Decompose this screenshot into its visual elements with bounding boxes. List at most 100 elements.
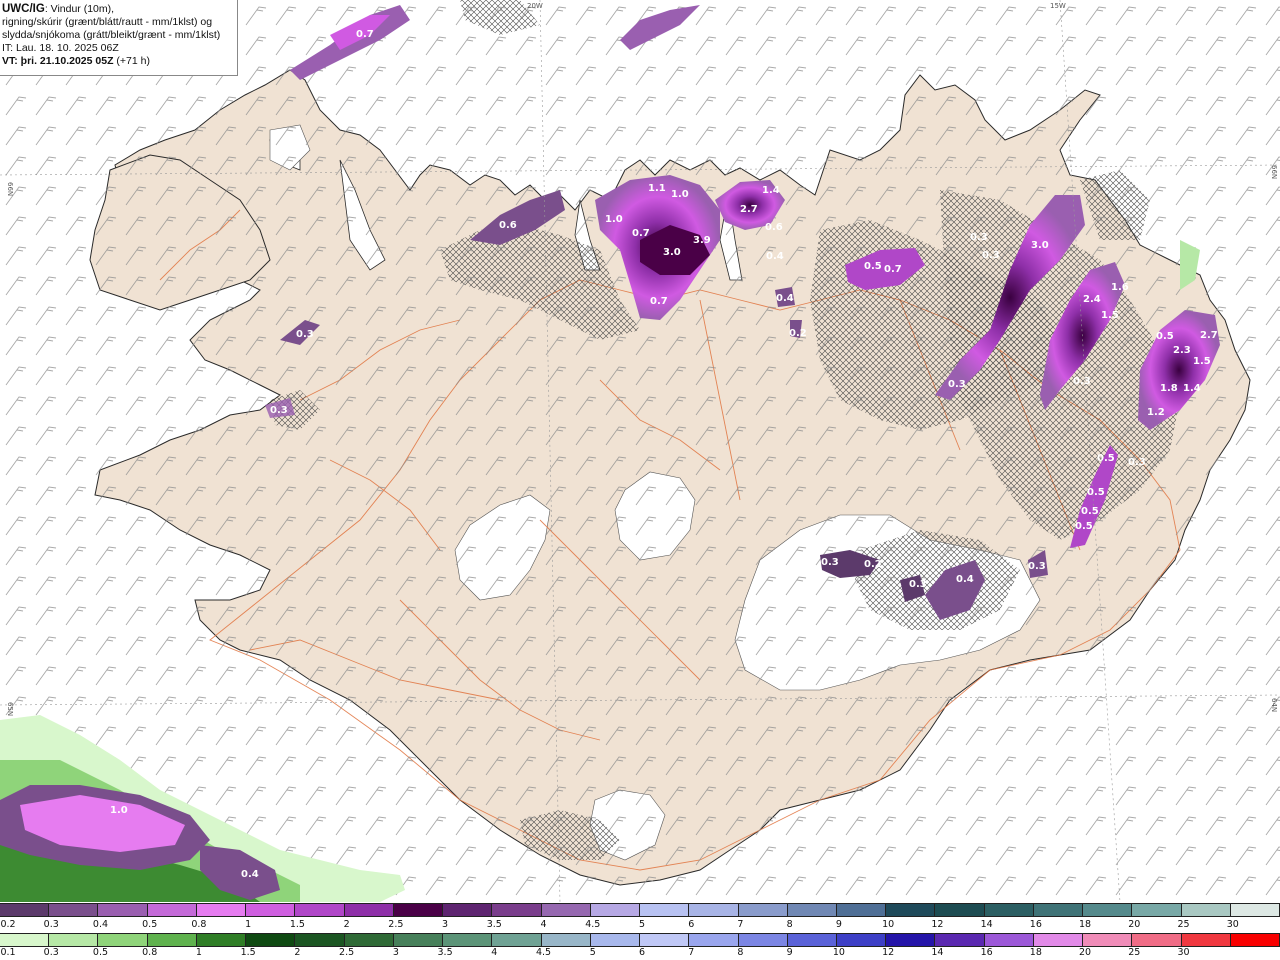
precip-label: 0.4 [776,293,794,304]
legend-swatch [689,934,739,946]
legend-tick-label: 12 [882,947,895,958]
rain-color-scale [0,933,1280,947]
snow-color-scale [0,903,1280,917]
precip-label: 0.5 [1156,331,1174,342]
precip-label: 1.8 [1160,383,1178,394]
legend-swatch [590,904,641,916]
legend-tick-label: 6 [638,947,646,958]
precip-label: 0.6 [765,222,783,233]
legend-swatch [492,904,542,916]
weather-map: 20W 15W 66N 65N 66N 64N 0.7 0.6 1.1 1.0 … [0,0,1280,902]
info-title-line: UWC/IG: Vindur (10m), [2,3,235,16]
legend-tick-label: 2 [294,947,301,958]
legend-tick-label: 14 [931,947,944,958]
color-legend: 0.2 0.3 0.4 0.5 0.8 1 1.5 2 2.5 3 3.5 4 4.5 5 6 7 8 9 10 12… [0,902,1280,960]
precip-label: 0.5 [1075,521,1093,532]
precip-label: 1.0 [671,189,689,200]
legend-swatch [49,904,99,916]
valid-time-line: VT: þri. 21.10.2025 05Z (+71 h) [2,55,235,68]
legend-swatch [836,904,887,916]
legend-swatch [1033,934,1084,946]
legend-swatch [886,904,936,916]
precip-label: 3.0 [1031,240,1049,251]
precip-label: 3.9 [693,235,711,246]
legend-tick-label: 3.5 [486,919,502,930]
legend-tick-label: 9 [835,919,842,930]
legend-swatch [836,934,887,946]
legend-swatch [0,904,50,916]
legend-tick-label: 0.2 [0,919,16,930]
precip-label: 0.3 [270,405,288,416]
legend-tick-label: 0.8 [191,919,207,930]
forecast-offset: (+71 h) [113,55,150,67]
legend-swatch [787,934,837,946]
legend-tick-label: 3 [442,919,449,930]
legend-tick-label: 5 [638,919,646,930]
precip-label: 0.3 [970,232,988,243]
grid-label-65n-left: 65N [6,702,14,716]
legend-tick-label: 30 [1177,947,1190,958]
legend-tick-label: 0.4 [92,919,109,930]
legend-swatch [886,934,936,946]
precip-label: 2.4 [1083,294,1101,305]
legend-swatch [492,934,542,946]
map-canvas: 20W 15W 66N 65N 66N 64N 0.7 0.6 1.1 1.0 … [0,0,1280,902]
legend-tick-label: 16 [1029,919,1042,930]
legend-tick-label: 1.5 [240,947,256,958]
precip-label: 1.0 [110,805,128,816]
precip-label: 0.3 [821,557,839,568]
legend-tick-label: 1 [245,919,252,930]
legend-tick-label: 3.5 [437,947,453,958]
legend-tick-label: 9 [786,947,793,958]
precip-label: 1.5 [1101,310,1119,321]
precip-label: 0.5 [864,261,882,272]
legend-tick-label: 0.5 [92,947,109,958]
legend-tick-label: 10 [882,919,895,930]
precip-label: 0.4 [241,869,259,880]
grid-label-64n-right: 64N [1270,698,1278,712]
legend-swatch [590,934,641,946]
legend-tick-label: 20 [1079,947,1092,958]
legend-swatch [0,934,50,946]
legend-tick-label: 0.1 [0,947,16,958]
legend-swatch [295,934,345,946]
precip-label: 0.7 [884,264,902,275]
legend-swatch [246,904,296,916]
precip-label: 0.7 [650,296,668,307]
legend-swatch [787,904,837,916]
legend-swatch [295,904,345,916]
precip-label: 1.4 [762,185,780,196]
precip-label: 0.4 [766,251,784,262]
legend-swatch [393,934,444,946]
legend-swatch [984,904,1034,916]
precip-label: 2.7 [1200,330,1218,341]
precip-label: 2.3 [1173,345,1191,356]
legend-swatch [344,934,394,946]
legend-swatch [246,934,296,946]
legend-tick-label: 20 [1128,919,1141,930]
valid-time: VT: þri. 21.10.2025 05Z [2,55,114,67]
precip-label: 0.5 [1081,506,1099,517]
precip-label: 1.1 [648,183,666,194]
precip-label: 0.7 [632,228,650,239]
legend-swatch [1181,934,1231,946]
legend-swatch [935,934,985,946]
grid-label-66n-left: 66N [6,182,14,196]
legend-swatch [443,934,493,946]
legend-swatch [640,904,690,916]
init-time: IT: Lau. 18. 10. 2025 06Z [2,42,119,54]
legend-swatch [738,904,788,916]
legend-tick-label: 6 [688,919,695,930]
legend-tick-label: 14 [980,919,993,930]
legend-tick-label: 0.5 [142,919,158,930]
legend-swatch [1230,934,1280,946]
precip-label: 0.5 [1087,487,1105,498]
legend-swatch [1132,934,1182,946]
legend-tick-label: 4.5 [585,919,601,930]
legend-tick-label: 0.8 [142,947,158,958]
legend-tick-label: 5 [589,947,596,958]
model-title: UWC/IG [2,3,45,15]
legend-tick-label: 4 [540,919,547,930]
legend-tick-label: 4.5 [535,947,552,958]
grid-label-66n-right: 66N [1270,165,1278,179]
